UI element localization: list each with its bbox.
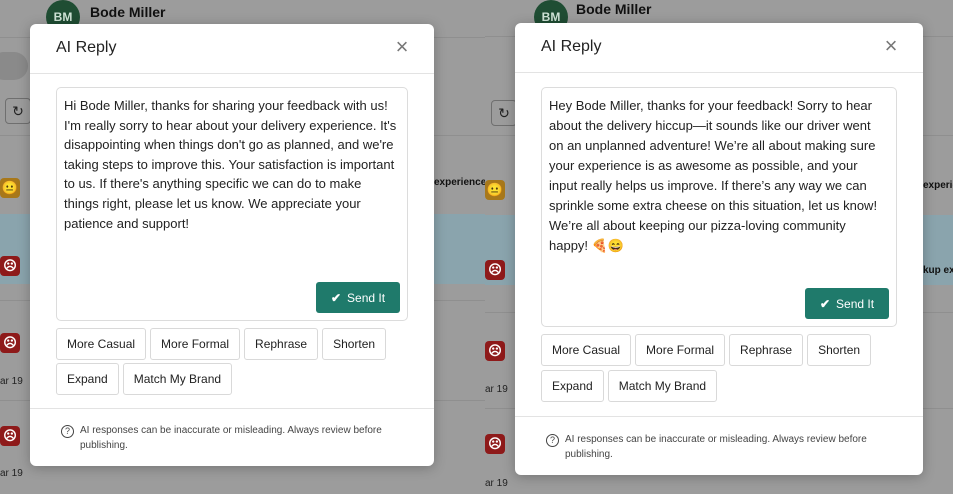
more-casual-button[interactable]: More Casual bbox=[541, 334, 632, 366]
send-button[interactable]: ✔ Send It bbox=[805, 288, 889, 319]
dialog-footer: ? AI responses can be inaccurate or misl… bbox=[30, 408, 434, 466]
reply-editor[interactable]: Hey Bode Miller, thanks for your feedbac… bbox=[541, 87, 897, 327]
dialog-title: AI Reply bbox=[541, 38, 602, 55]
review-snippet: experience? bbox=[434, 177, 485, 188]
review-snippet: kup experi bbox=[923, 265, 953, 276]
shorten-button[interactable]: Shorten bbox=[322, 328, 387, 360]
rephrase-button[interactable]: Rephrase bbox=[729, 334, 804, 366]
info-icon: ? bbox=[546, 434, 559, 447]
filter-pill bbox=[0, 52, 28, 80]
dialog-footer: ? AI responses can be inaccurate or misl… bbox=[515, 416, 923, 475]
review-date: ar 19 bbox=[485, 478, 508, 489]
rewrite-options-row-2: Expand Match My Brand bbox=[541, 370, 718, 402]
ai-reply-dialog: AI Reply × Hey Bode Miller, thanks for y… bbox=[515, 23, 923, 475]
close-icon[interactable]: × bbox=[881, 35, 901, 57]
send-label: Send It bbox=[347, 290, 386, 305]
match-my-brand-button[interactable]: Match My Brand bbox=[122, 363, 233, 395]
sad-face-icon: ☹ bbox=[485, 341, 505, 361]
sad-face-icon: ☹ bbox=[485, 434, 505, 454]
sad-face-icon: ☹ bbox=[0, 256, 20, 276]
review-date: ar 19 bbox=[0, 468, 23, 479]
dialog-header: AI Reply × bbox=[30, 24, 434, 74]
reply-editor[interactable]: Hi Bode Miller, thanks for sharing your … bbox=[56, 87, 408, 321]
neutral-face-icon: 😐 bbox=[485, 180, 505, 200]
more-formal-button[interactable]: More Formal bbox=[635, 334, 726, 366]
dialog-title: AI Reply bbox=[56, 39, 117, 56]
neutral-face-icon: 😐 bbox=[0, 178, 20, 198]
more-formal-button[interactable]: More Formal bbox=[150, 328, 241, 360]
rewrite-options-row-1: More Casual More Formal Rephrase Shorten bbox=[56, 328, 387, 360]
match-my-brand-button[interactable]: Match My Brand bbox=[607, 370, 718, 402]
reply-text[interactable]: Hi Bode Miller, thanks for sharing your … bbox=[64, 96, 399, 233]
check-icon: ✔ bbox=[330, 290, 342, 305]
dialog-header: AI Reply × bbox=[515, 23, 923, 73]
info-icon: ? bbox=[61, 425, 74, 438]
reply-text[interactable]: Hey Bode Miller, thanks for your feedbac… bbox=[549, 96, 888, 256]
rephrase-button[interactable]: Rephrase bbox=[244, 328, 319, 360]
contact-name: Bode Miller bbox=[576, 1, 652, 17]
rewrite-options-row-2: Expand Match My Brand bbox=[56, 363, 233, 395]
send-label: Send It bbox=[836, 296, 875, 311]
disclaimer-text: AI responses can be inaccurate or mislea… bbox=[565, 434, 867, 460]
sad-face-icon: ☹ bbox=[485, 260, 505, 280]
review-date: ar 19 bbox=[485, 384, 508, 395]
sad-face-icon: ☹ bbox=[0, 426, 20, 446]
ai-reply-dialog: AI Reply × Hi Bode Miller, thanks for sh… bbox=[30, 24, 434, 466]
send-button[interactable]: ✔ Send It bbox=[316, 282, 400, 313]
expand-button[interactable]: Expand bbox=[541, 370, 604, 402]
review-date: ar 19 bbox=[0, 376, 23, 387]
contact-name: Bode Miller bbox=[90, 4, 166, 20]
shorten-button[interactable]: Shorten bbox=[807, 334, 872, 366]
rewrite-options-row-1: More Casual More Formal Rephrase Shorten bbox=[541, 334, 872, 366]
disclaimer-text: AI responses can be inaccurate or mislea… bbox=[80, 425, 382, 451]
expand-button[interactable]: Expand bbox=[56, 363, 119, 395]
close-icon[interactable]: × bbox=[392, 36, 412, 58]
check-icon: ✔ bbox=[819, 296, 831, 311]
sad-face-icon: ☹ bbox=[0, 333, 20, 353]
refresh-icon[interactable]: ↻ bbox=[491, 100, 517, 126]
refresh-icon[interactable]: ↻ bbox=[5, 98, 31, 124]
more-casual-button[interactable]: More Casual bbox=[56, 328, 147, 360]
review-snippet: experience? bbox=[923, 180, 953, 191]
left-screen: BM Bode Miller ↻ 😐 experience? ☹ ☹ ar 19… bbox=[0, 0, 485, 494]
